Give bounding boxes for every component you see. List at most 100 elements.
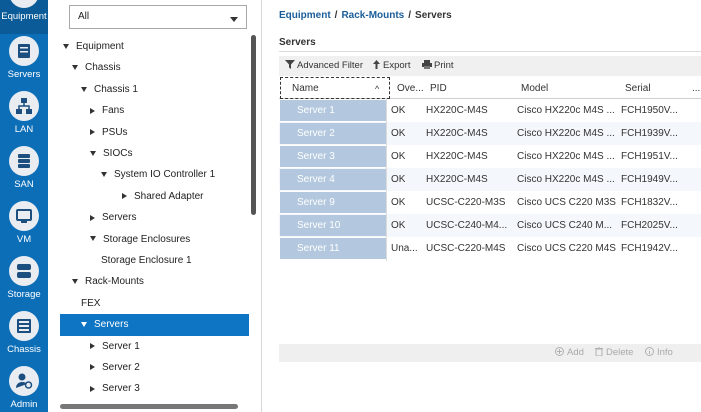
server-name-cell[interactable]: Server 10 — [280, 215, 386, 236]
column-header-name[interactable]: Name ^ — [280, 77, 390, 99]
vm-icon — [9, 201, 39, 231]
pid-cell: HX220C-M4S — [426, 151, 488, 162]
filter-icon — [285, 60, 295, 69]
model-cell: Cisco HX220c M4S ... — [517, 151, 615, 162]
tree-item[interactable]: Servers — [90, 207, 136, 229]
nav-servers[interactable]: Servers — [0, 36, 48, 92]
export-icon — [373, 60, 380, 69]
breadcrumb-rack-mounts[interactable]: Rack-Mounts — [341, 10, 404, 21]
expand-down-icon[interactable] — [90, 236, 96, 242]
column-header-more[interactable]: ... — [692, 83, 700, 94]
tree-item[interactable]: Rack-Mounts — [72, 271, 144, 293]
server-name-cell[interactable]: Server 3 — [280, 146, 386, 167]
tree-item[interactable]: System IO Controller 1 — [101, 164, 215, 186]
server-name-cell[interactable]: Server 4 — [280, 169, 386, 190]
table-row[interactable]: Server 10 OK UCSC-C240-M4... Cisco UCS C240… — [279, 214, 701, 237]
tree-item[interactable]: Chassis — [72, 57, 121, 79]
table-row[interactable]: Server 11 Una... UCSC-C220-M4S Cisco UCS C2… — [279, 237, 701, 260]
chassis-icon — [9, 311, 39, 341]
tree-item[interactable]: Server 2 — [90, 357, 140, 379]
nav-storage[interactable]: Storage — [0, 256, 48, 312]
server-name-cell[interactable]: Server 1 — [280, 100, 386, 121]
export-button[interactable]: Export — [372, 60, 410, 71]
column-header-serial[interactable]: Serial — [625, 83, 651, 94]
serial-cell: FCH1832V... — [621, 197, 678, 208]
tree-item[interactable]: Server 1 — [90, 336, 140, 358]
info-button[interactable]: Info — [645, 347, 673, 358]
expand-right-icon[interactable] — [122, 193, 127, 200]
breadcrumb-separator: / — [408, 10, 412, 21]
table-row[interactable]: Server 1 OK HX220C-M4S Cisco HX220c M4S ...… — [279, 99, 701, 122]
expand-right-icon[interactable] — [90, 342, 95, 349]
expand-right-icon[interactable] — [90, 214, 95, 221]
column-header-overall-status[interactable]: Ove... — [397, 83, 424, 94]
nav-label-chassis: Chassis — [7, 344, 41, 355]
add-button[interactable]: Add — [555, 347, 584, 358]
tree-item[interactable]: Equipment — [63, 36, 124, 58]
nav-lan[interactable]: LAN — [0, 91, 48, 147]
tree-item[interactable]: FEX — [81, 293, 100, 315]
nav-equipment[interactable]: Equipment — [0, 0, 48, 34]
server-name: Server 4 — [297, 174, 335, 185]
expand-right-icon[interactable] — [90, 107, 95, 114]
model-cell: Cisco HX220c M4S ... — [517, 128, 615, 139]
serial-cell: FCH1950V... — [621, 105, 678, 116]
overall-status-cell: OK — [391, 220, 406, 231]
expand-down-icon[interactable] — [101, 172, 107, 178]
tree-item[interactable]: Storage Enclosures — [90, 229, 190, 251]
nav-san[interactable]: SAN — [0, 146, 48, 202]
table-row[interactable]: Server 3 OK HX220C-M4S Cisco HX220c M4S ...… — [279, 145, 701, 168]
expand-down-icon[interactable] — [63, 43, 69, 49]
tree-item[interactable]: Storage Enclosure 1 — [101, 250, 192, 272]
tree-item[interactable]: Server 3 — [90, 378, 140, 400]
table-row[interactable]: Server 2 OK HX220C-M4S Cisco HX220c M4S ...… — [279, 122, 701, 145]
table-toolbar: Advanced Filter Export Print — [279, 56, 701, 76]
server-name-cell[interactable]: Server 9 — [280, 192, 386, 213]
nav-chassis[interactable]: Chassis — [0, 311, 48, 367]
tree-item[interactable]: Shared Adapter — [122, 186, 204, 208]
expand-right-icon[interactable] — [90, 128, 95, 135]
server-name: Server 1 — [297, 105, 335, 116]
expand-down-icon[interactable] — [72, 279, 78, 285]
navigation-tree-panel: All Equipment Chassis Chassis 1 Fans PSUs SIO… — [48, 0, 262, 412]
server-name: Server 10 — [297, 220, 341, 231]
serial-cell: FCH1951V... — [621, 151, 678, 162]
nav-vm[interactable]: VM — [0, 201, 48, 257]
server-name: Server 2 — [297, 128, 335, 139]
nav-label-servers: Servers — [7, 69, 41, 80]
admin-icon — [9, 366, 39, 396]
tree-item[interactable]: Servers — [60, 314, 249, 337]
pid-cell: UCSC-C220-M3S — [426, 197, 506, 208]
expand-right-icon[interactable] — [90, 385, 95, 392]
delete-button[interactable]: Delete — [595, 346, 633, 358]
tree-item[interactable]: PSUs — [90, 122, 128, 144]
expand-down-icon[interactable] — [72, 65, 78, 71]
advanced-filter-button[interactable]: Advanced Filter — [285, 60, 363, 71]
table-row[interactable]: Server 4 OK HX220C-M4S Cisco HX220c M4S ...… — [279, 168, 701, 191]
expand-right-icon[interactable] — [90, 364, 95, 371]
expand-down-icon[interactable] — [81, 86, 87, 92]
tree-item[interactable]: Fans — [90, 100, 124, 122]
section-title: Servers — [279, 37, 316, 48]
nav-label-lan: LAN — [14, 124, 34, 135]
breadcrumb-equipment[interactable]: Equipment — [279, 10, 331, 21]
server-name-cell[interactable]: Server 11 — [280, 238, 386, 259]
tree-item-label: Rack-Mounts — [85, 276, 144, 288]
column-header-pid[interactable]: PID — [430, 83, 447, 94]
table-row[interactable]: Server 9 OK UCSC-C220-M3S Cisco UCS C220 M3… — [279, 191, 701, 214]
expand-down-icon[interactable] — [90, 150, 96, 156]
tree-item[interactable]: SIOCs — [90, 143, 132, 165]
nav-label-equipment: Equipment — [1, 11, 47, 22]
nav-label-admin: Admin — [10, 399, 38, 410]
nav-label-san: SAN — [14, 179, 34, 190]
tree-vertical-scrollbar[interactable] — [251, 35, 256, 215]
nav-admin[interactable]: Admin — [0, 366, 48, 412]
tree-horizontal-scrollbar[interactable] — [60, 404, 238, 409]
column-header-model[interactable]: Model — [521, 83, 548, 94]
print-button[interactable]: Print — [422, 60, 454, 71]
add-icon — [555, 347, 564, 356]
tree-filter-select[interactable]: All — [69, 5, 247, 29]
expand-down-icon[interactable] — [81, 322, 87, 328]
server-name-cell[interactable]: Server 2 — [280, 123, 386, 144]
tree-item[interactable]: Chassis 1 — [81, 79, 138, 101]
